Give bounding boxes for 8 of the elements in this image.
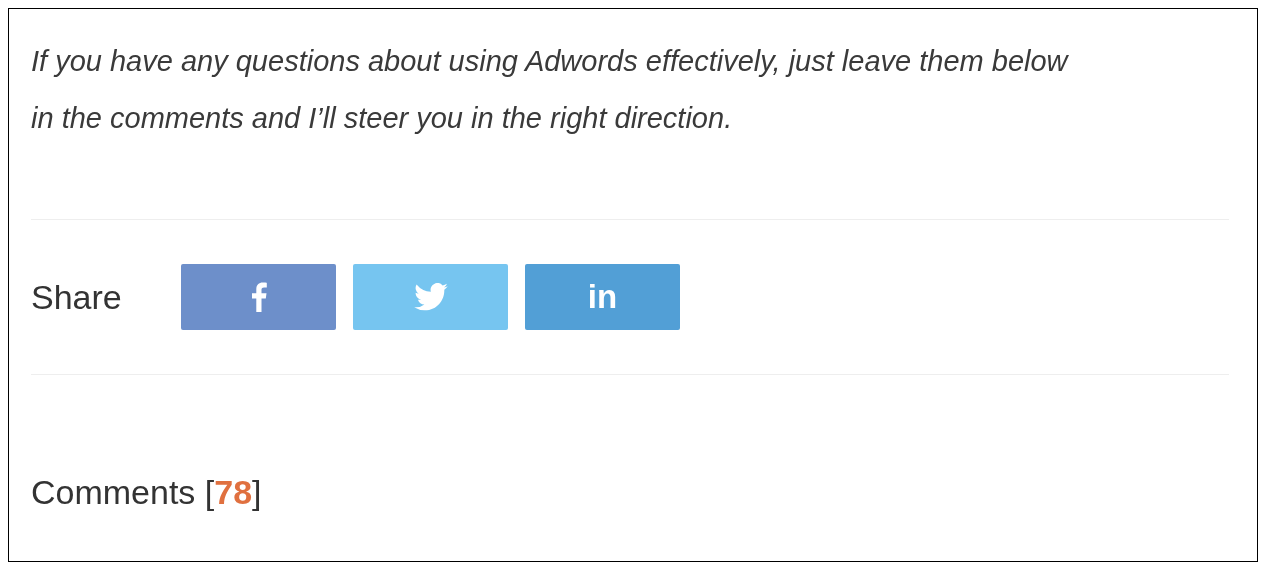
linkedin-share-button[interactable]: in — [525, 264, 680, 330]
twitter-share-button[interactable] — [353, 264, 508, 330]
comments-heading: Comments [78] — [31, 473, 263, 512]
closing-paragraph: If you have any questions about using Adwords effectively, just leave them below in the comments and I’ll steer you in the right direction. — [31, 44, 1070, 136]
share-label: Share — [31, 277, 123, 317]
facebook-icon — [250, 282, 267, 312]
bird-icon — [413, 283, 448, 311]
facebook-share-button[interactable] — [181, 264, 336, 330]
